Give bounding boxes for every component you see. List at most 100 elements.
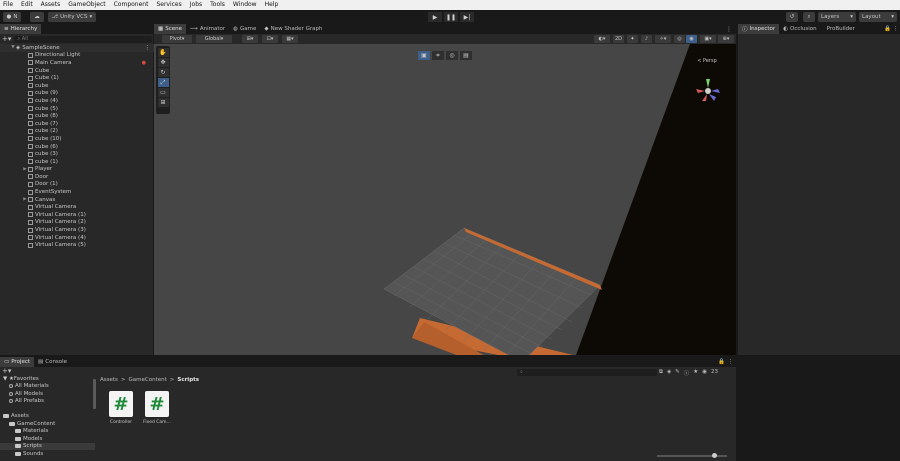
grid-plane-icon[interactable]: ▦▾ xyxy=(282,35,298,43)
project-tree-item[interactable]: GameContent xyxy=(0,420,95,428)
effects-icon[interactable]: ✧▾ xyxy=(655,35,671,43)
hierarchy-item[interactable]: cube (7) xyxy=(0,120,154,128)
project-tree-item[interactable]: Models xyxy=(0,435,95,443)
search-icon[interactable]: ⌕ xyxy=(803,12,815,22)
view-tool-icon[interactable]: ▣ xyxy=(418,51,430,60)
scene-view[interactable]: ▦ Scene ⟿ Animator ◍ Game ◆ New Shader Graph ⋮ P… xyxy=(154,24,736,355)
tab-inspector[interactable]: ⓘ Inspector xyxy=(738,24,780,34)
menu-gameobject[interactable]: GameObject xyxy=(68,0,105,10)
menu-file[interactable]: File xyxy=(3,0,13,10)
project-tree-item[interactable]: ▼ ★ Favorites xyxy=(0,375,95,383)
scene-root[interactable]: ▼ ◈ SampleScene ⋮ xyxy=(0,44,154,52)
hierarchy-item[interactable]: Cube xyxy=(0,67,154,75)
hidden-objects-icon[interactable]: ◎ xyxy=(674,35,685,43)
pause-button[interactable]: ❚❚ xyxy=(444,12,458,22)
hierarchy-item[interactable]: Directional Light xyxy=(0,52,154,60)
hierarchy-item[interactable]: cube (9) xyxy=(0,90,154,98)
menu-tools[interactable]: Tools xyxy=(210,0,225,10)
rotate-tool-icon[interactable]: ↻ xyxy=(157,68,169,77)
audio-icon[interactable]: ♪ xyxy=(641,35,652,43)
hierarchy-item[interactable]: cube (4) xyxy=(0,97,154,105)
hierarchy-item[interactable]: cube (5) xyxy=(0,105,154,113)
menu-component[interactable]: Component xyxy=(114,0,149,10)
hierarchy-item[interactable]: Virtual Camera xyxy=(0,203,154,211)
breadcrumb-item[interactable]: GameContent xyxy=(129,377,167,383)
hierarchy-item[interactable]: cube (6) xyxy=(0,143,154,151)
info-icon[interactable]: ⓘ xyxy=(684,369,690,377)
project-tree-item[interactable]: Materials xyxy=(0,428,95,436)
gizmos-icon[interactable]: ⊕▾ xyxy=(718,35,734,43)
account-button[interactable]: ● N xyxy=(3,12,21,22)
filter-by-label-icon[interactable]: ◈ xyxy=(667,369,671,377)
crop-tool-icon[interactable]: ⌗ xyxy=(432,51,444,60)
project-search-input[interactable]: ⌕ xyxy=(517,369,657,376)
hand-tool-icon[interactable]: ✋ xyxy=(157,48,169,57)
layout-dropdown[interactable]: Layout ▾ xyxy=(859,12,897,22)
hierarchy-item[interactable]: cube (2) xyxy=(0,128,154,136)
hierarchy-item[interactable]: Cube (1) xyxy=(0,74,154,82)
persp-label[interactable]: < Persp xyxy=(697,58,717,64)
global-dropdown[interactable]: Global ▾ xyxy=(196,35,232,43)
layers-dropdown[interactable]: Layers ▾ xyxy=(818,12,856,22)
tab-scene[interactable]: ▦ Scene xyxy=(154,24,186,34)
breadcrumb-item[interactable]: Assets xyxy=(100,377,118,383)
icon-size-slider[interactable] xyxy=(657,453,727,458)
tab-animator[interactable]: ⟿ Animator xyxy=(186,24,229,34)
tab-occlusion[interactable]: ◐ Occlusion xyxy=(779,24,820,34)
more-icon[interactable]: ⋮ xyxy=(145,45,151,51)
history-icon[interactable]: ↺ xyxy=(786,12,798,22)
hierarchy-item[interactable]: cube (8) xyxy=(0,112,154,120)
more-icon[interactable]: ⋮ xyxy=(893,26,899,32)
move-tool-icon[interactable]: ✥ xyxy=(157,58,169,67)
project-tree-item[interactable]: Sounds xyxy=(0,450,95,458)
hierarchy-item[interactable]: cube (3) xyxy=(0,150,154,158)
filter-by-type-icon[interactable]: ⧉ xyxy=(659,369,663,377)
project-tree-item[interactable]: Scripts xyxy=(0,442,95,450)
add-icon[interactable]: +▾ xyxy=(2,35,11,43)
tab-project[interactable]: ▭ Project xyxy=(0,357,35,367)
scene-viewport[interactable]: < Persp xyxy=(154,44,736,355)
grid-snap-icon[interactable]: ⊞▾ xyxy=(242,35,258,43)
hierarchy-item[interactable]: cube xyxy=(0,82,154,90)
menu-edit[interactable]: Edit xyxy=(21,0,33,10)
hierarchy-item[interactable]: ▶ Player xyxy=(0,166,154,174)
shading-mode-icon[interactable]: ◐▾ xyxy=(594,35,610,43)
tab-game[interactable]: ◍ Game xyxy=(229,24,260,34)
lighting-icon[interactable]: ✦ xyxy=(627,35,638,43)
slider-handle[interactable] xyxy=(712,453,717,458)
lock-icon[interactable]: 🔒 xyxy=(718,359,725,365)
hierarchy-search-input[interactable]: ⌕ All xyxy=(14,35,152,43)
cloud-icon[interactable]: ☁ xyxy=(30,12,44,22)
project-tree-item[interactable]: All Materials xyxy=(0,383,95,391)
probuilder-icon[interactable]: ▤ xyxy=(460,51,472,60)
menu-services[interactable]: Services xyxy=(156,0,181,10)
hierarchy-item[interactable]: Virtual Camera (2) xyxy=(0,219,154,227)
rect-tool-icon[interactable]: ▭ xyxy=(157,88,169,97)
pivot-dropdown[interactable]: Pivot ▾ xyxy=(162,35,192,43)
hierarchy-item[interactable]: Door xyxy=(0,173,154,181)
lock-icon[interactable]: 🔒 xyxy=(884,26,891,32)
tab-hierarchy[interactable]: ≡ Hierarchy xyxy=(0,24,42,34)
hierarchy-item[interactable]: ▶ Canvas xyxy=(0,196,154,204)
menu-assets[interactable]: Assets xyxy=(41,0,61,10)
favorite-icon[interactable]: ★ xyxy=(693,369,698,377)
hierarchy-item[interactable]: Virtual Camera (3) xyxy=(0,226,154,234)
visibility-icon[interactable]: ◉ xyxy=(686,35,697,43)
hierarchy-item[interactable]: Virtual Camera (4) xyxy=(0,234,154,242)
transform-tool-icon[interactable]: ⊞ xyxy=(157,98,169,107)
tab-new-shader-graph[interactable]: ◆ New Shader Graph xyxy=(260,24,326,34)
hierarchy-item[interactable]: EventSystem xyxy=(0,188,154,196)
asset-item[interactable]: # Fixed Cam... xyxy=(137,391,177,425)
menu-help[interactable]: Help xyxy=(265,0,279,10)
breadcrumb-item[interactable]: Scripts xyxy=(177,377,199,383)
scale-tool-icon[interactable]: ⤢ xyxy=(157,78,169,87)
tab-probuilder[interactable]: ProBuilder xyxy=(821,24,859,34)
menu-jobs[interactable]: Jobs xyxy=(190,0,202,10)
asset-item[interactable]: # Controller xyxy=(101,391,141,425)
hidden-count-icon[interactable]: ◉ xyxy=(702,369,707,377)
hierarchy-item[interactable]: cube (1) xyxy=(0,158,154,166)
hierarchy-item[interactable]: Virtual Camera (1) xyxy=(0,211,154,219)
more-icon[interactable]: ⋮ xyxy=(728,359,734,365)
tree-scrollbar[interactable] xyxy=(93,379,96,409)
tab-console[interactable]: ▤ Console xyxy=(34,357,71,367)
